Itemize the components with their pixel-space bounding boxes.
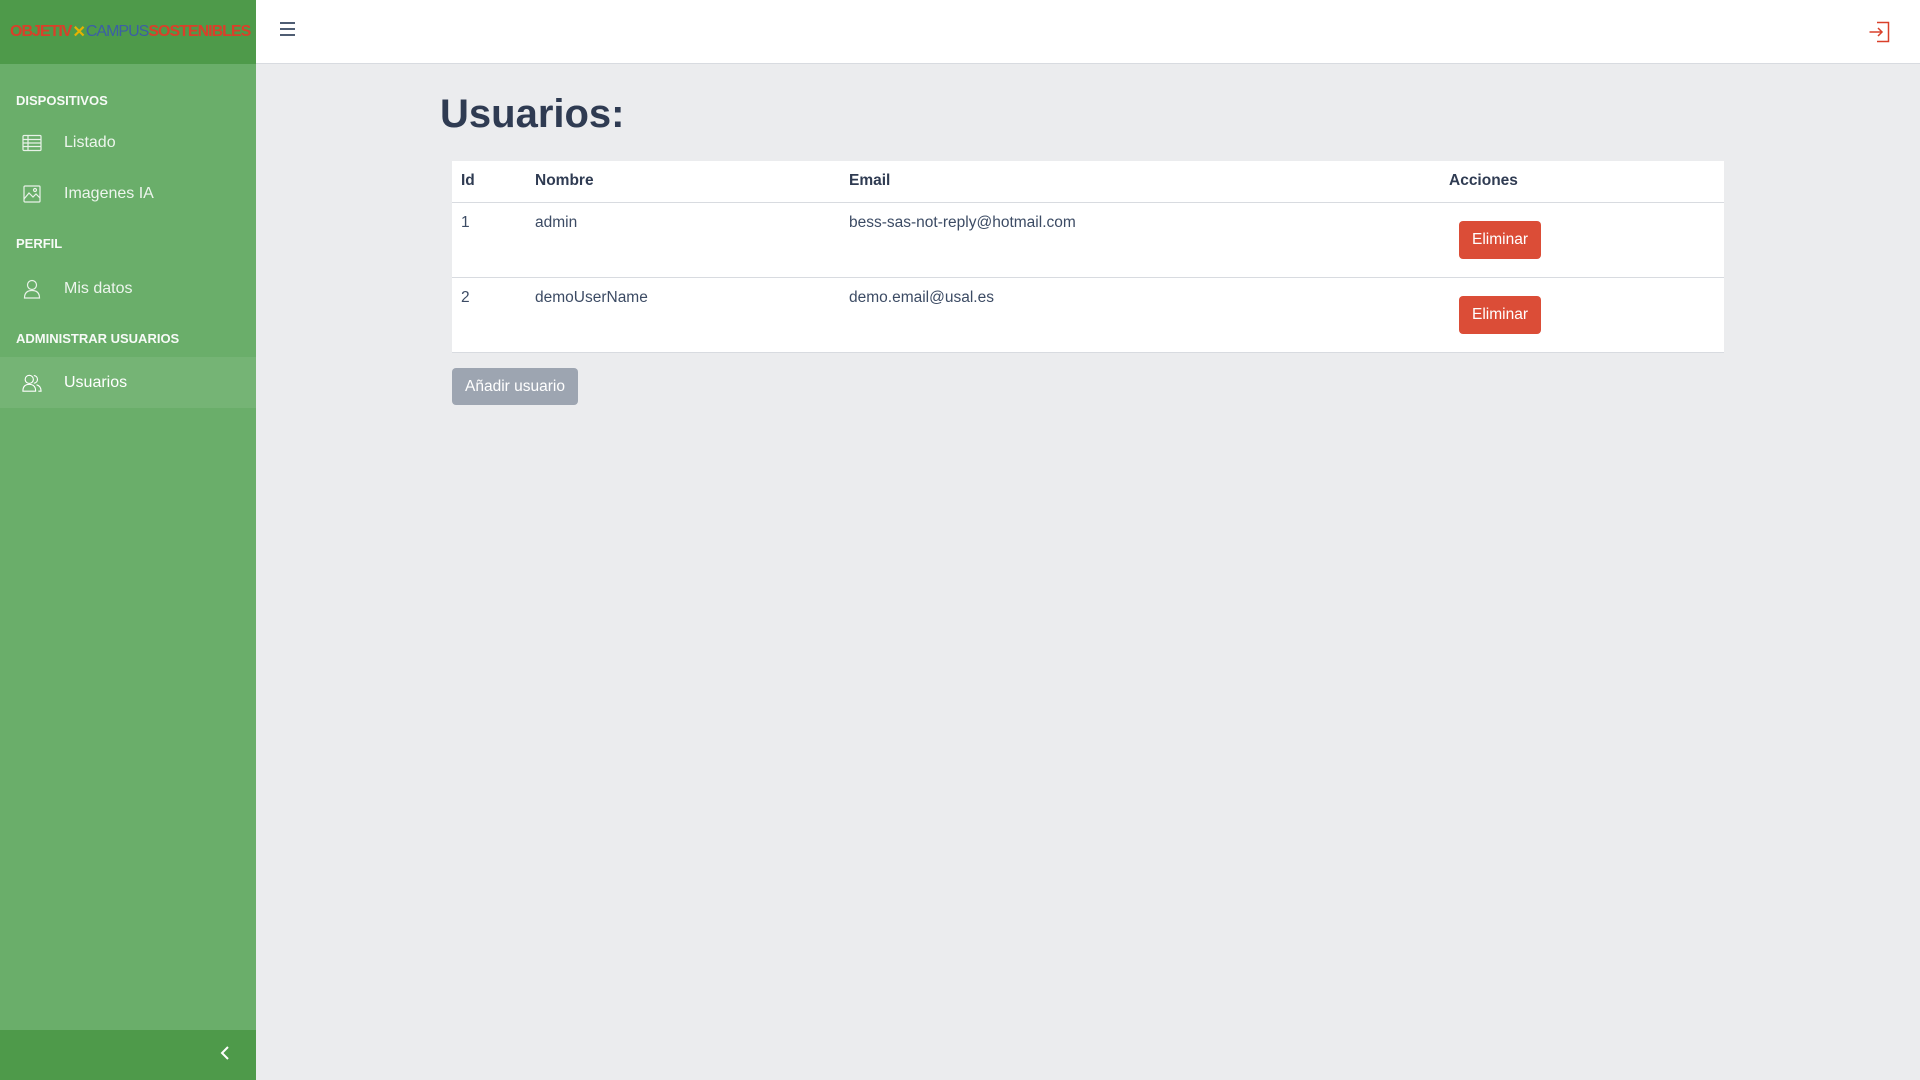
table-icon (22, 133, 42, 153)
cell-email: demo.email@usal.es (840, 277, 1440, 353)
delete-user-button[interactable]: Eliminar (1459, 295, 1541, 334)
users-table: Id Nombre Email Acciones 1 admin bess-sa… (452, 161, 1724, 353)
cell-name: demoUserName (526, 277, 840, 353)
sidebar-item-mis-datos[interactable]: Mis datos (0, 263, 256, 314)
brand-part-objetivo: OBJETIV (10, 23, 72, 40)
sidebar-item-listado[interactable]: Listado (0, 117, 256, 168)
add-user-button[interactable]: Añadir usuario (452, 368, 578, 405)
column-header-nombre: Nombre (526, 161, 840, 203)
chevron-left-icon (220, 1045, 230, 1065)
brand-part-sostenibles: SOSTENIBLES (148, 23, 251, 40)
cell-name: admin (526, 202, 840, 278)
main-content: Usuarios: Id Nombre Email Acciones 1 adm… (256, 64, 1920, 1080)
delete-user-button[interactable]: Eliminar (1459, 220, 1541, 259)
cell-id: 1 (452, 202, 526, 278)
sidebar-item-label: Mis datos (64, 279, 133, 297)
brand-logo[interactable]: OBJETIV ✕ CAMPUS SOSTENIBLES (0, 0, 256, 64)
table-row: 1 admin bess-sas-not-reply@hotmail.com E… (452, 202, 1724, 278)
sidebar-item-label: Imagenes IA (64, 184, 154, 202)
nav-title-administrar-usuarios: ADMINISTRAR USUARIOS (16, 331, 180, 346)
brand-part-mark: ✕ (72, 24, 85, 41)
page-title: Usuarios: (440, 92, 625, 136)
hamburger-icon[interactable] (280, 22, 298, 40)
table-header-row: Id Nombre Email Acciones (452, 161, 1724, 203)
logout-icon[interactable] (1868, 21, 1890, 43)
sidebar-item-label: Listado (64, 133, 116, 151)
sidebar-item-label: Usuarios (64, 373, 128, 391)
column-header-acciones: Acciones (1440, 161, 1724, 203)
cell-actions: Eliminar (1440, 202, 1724, 278)
cell-id: 2 (452, 277, 526, 353)
sidebar-item-usuarios[interactable]: Usuarios (0, 357, 256, 408)
sidebar-minimize-button[interactable] (0, 1030, 256, 1080)
table-row: 2 demoUserName demo.email@usal.es Elimin… (452, 277, 1724, 353)
users-table-card: Id Nombre Email Acciones 1 admin bess-sa… (452, 161, 1724, 353)
user-icon (22, 279, 42, 299)
nav-title-dispositivos: DISPOSITIVOS (16, 93, 108, 108)
nav-title-perfil: PERFIL (16, 236, 63, 251)
brand-part-campus: CAMPUS (85, 23, 149, 40)
sidebar-item-imagenes-ia[interactable]: Imagenes IA (0, 168, 256, 219)
column-header-id: Id (452, 161, 526, 203)
top-header (256, 0, 1920, 64)
cell-actions: Eliminar (1440, 277, 1724, 353)
people-icon (22, 373, 42, 393)
image-icon (22, 184, 42, 204)
column-header-email: Email (840, 161, 1440, 203)
sidebar: OBJETIV ✕ CAMPUS SOSTENIBLES DISPOSITIVOS L… (0, 0, 256, 1080)
cell-email: bess-sas-not-reply@hotmail.com (840, 202, 1440, 278)
